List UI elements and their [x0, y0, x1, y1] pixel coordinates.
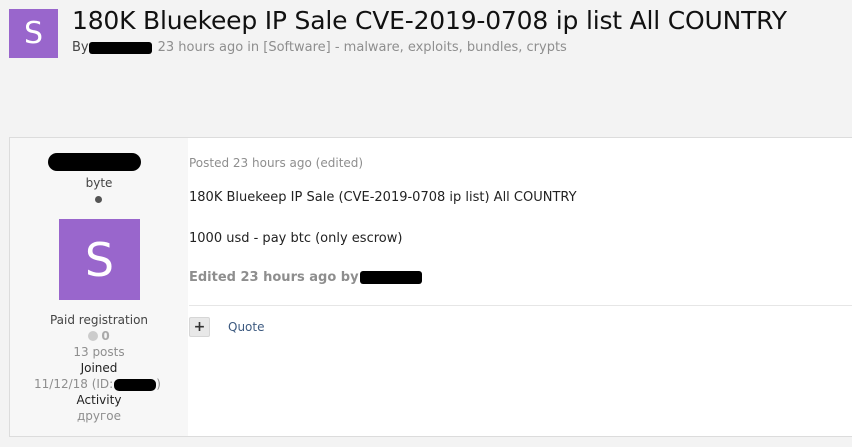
- post-body-line: 180K Bluekeep IP Sale (CVE-2019-0708 ip …: [189, 190, 577, 205]
- forum-link[interactable]: [Software] - malware, exploits, bundles,…: [263, 40, 567, 55]
- online-status-dot: [95, 196, 102, 203]
- joined-date: 11/12/18 (ID:: [34, 377, 114, 391]
- post-divider: [189, 305, 852, 306]
- post-meta[interactable]: Posted 23 hours ago (edited): [189, 156, 363, 170]
- joined-suffix: ): [156, 377, 161, 391]
- reputation-count: 0: [101, 329, 110, 343]
- activity-label: Activity: [76, 393, 122, 407]
- author-group: Paid registration: [49, 313, 149, 327]
- joined-value: 11/12/18 (ID:): [34, 377, 161, 391]
- edited-text: Edited 23 hours ago by: [189, 270, 359, 285]
- topic-title: 180K Bluekeep IP Sale CVE-2019-0708 ip l…: [72, 6, 787, 35]
- quote-button[interactable]: Quote: [228, 320, 264, 334]
- topic-byline: By 23 hours ago in [Software] - malware, …: [72, 40, 567, 55]
- redacted-username: [88, 41, 152, 54]
- author-panel: byte S Paid registration 0 13 posts Join…: [10, 138, 188, 436]
- joined-label: Joined: [80, 361, 118, 375]
- author-rank: byte: [85, 176, 113, 190]
- post-container: byte S Paid registration 0 13 posts Join…: [9, 137, 852, 437]
- post-count: 13 posts: [73, 345, 125, 359]
- reputation: 0: [10, 329, 188, 343]
- post-body-line: 1000 usd - pay btc (only escrow): [189, 231, 403, 246]
- topic-author-avatar[interactable]: S: [9, 9, 58, 58]
- by-label: By: [72, 40, 89, 55]
- topic-time: 23 hours ago in: [157, 40, 260, 55]
- author-avatar[interactable]: S: [59, 219, 140, 300]
- redacted-author-name: [48, 153, 141, 171]
- activity-value: другое: [76, 409, 122, 423]
- redacted-id: [114, 378, 157, 391]
- redacted-editor: [359, 271, 422, 284]
- edited-note: Edited 23 hours ago by: [189, 270, 422, 285]
- multiquote-button[interactable]: +: [189, 317, 210, 337]
- reputation-icon: [88, 331, 99, 341]
